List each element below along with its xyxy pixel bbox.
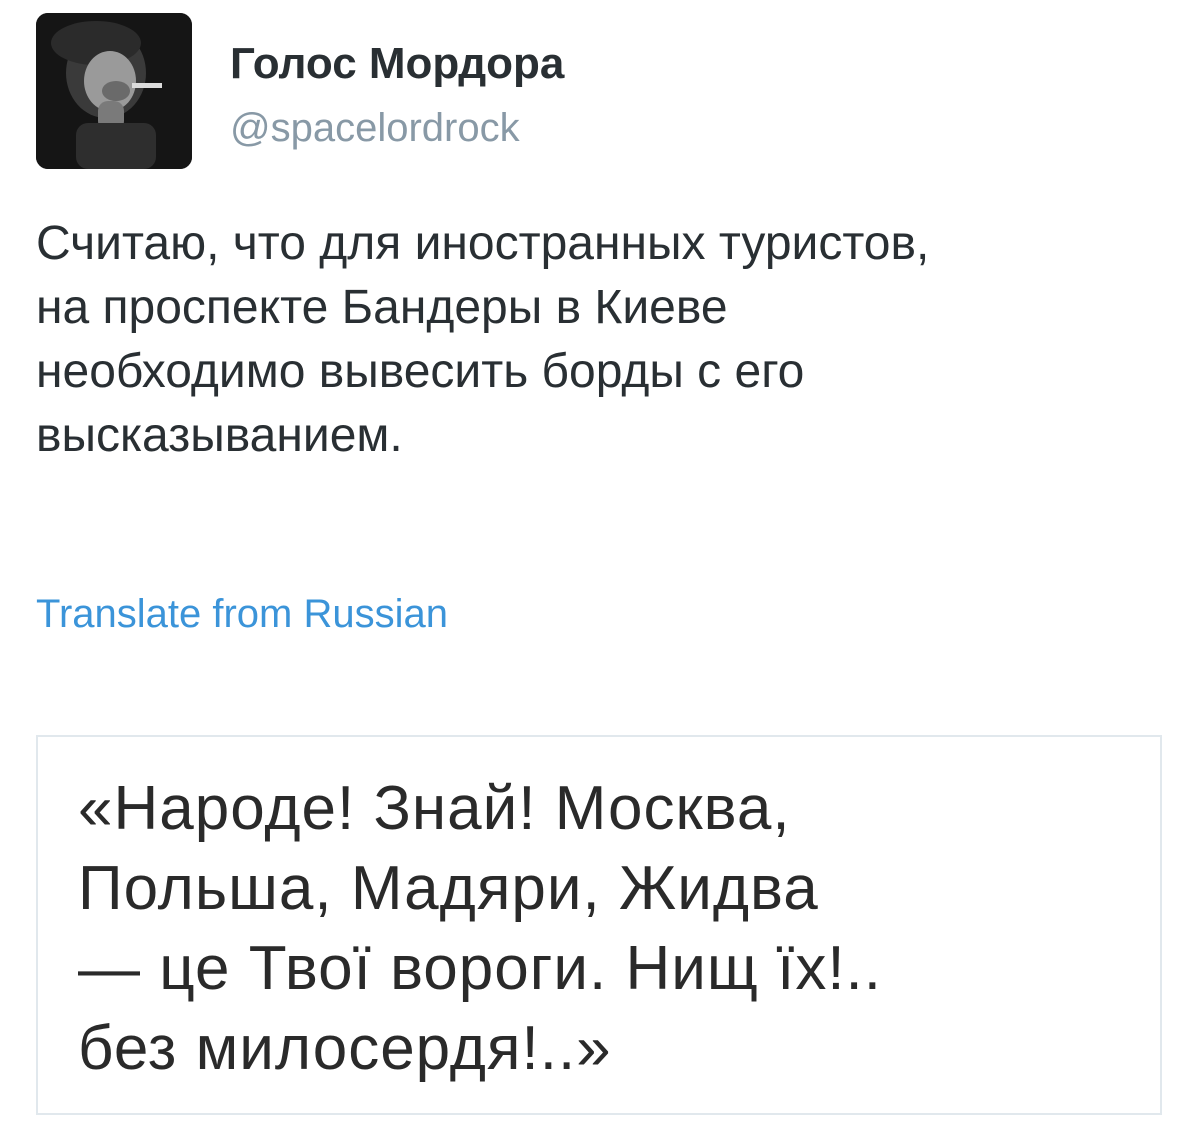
tweet-text-line: Считаю, что для иностранных туристов, xyxy=(36,217,930,270)
author-avatar[interactable] xyxy=(36,13,192,169)
tweet-text-line: на проспекте Бандеры в Киеве xyxy=(36,281,728,334)
author-display-name[interactable]: Голос Мордора xyxy=(230,34,564,94)
quote-line: без милосердя!..» xyxy=(78,1014,612,1083)
media-image[interactable]: «Народе! Знай! Москва, Польша, Мадяри, Ж… xyxy=(36,735,1162,1115)
quote-line: — це Твої вороги. Нищ їх!.. xyxy=(78,934,882,1003)
quote-line: Польша, Мадяри, Жидва xyxy=(78,854,819,923)
tweet-text-line: необходимо вывесить борды с его xyxy=(36,345,805,398)
tweet-text: Считаю, что для иностранных туристов, на… xyxy=(36,212,1156,468)
quote-text: «Народе! Знай! Москва, Польша, Мадяри, Ж… xyxy=(78,769,882,1089)
tweet-text-line: высказыванием. xyxy=(36,409,403,462)
translate-link[interactable]: Translate from Russian xyxy=(36,586,448,642)
profile-photo-icon xyxy=(36,13,192,169)
quote-line: «Народе! Знай! Москва, xyxy=(78,774,791,843)
author-handle[interactable]: @spacelordrock xyxy=(230,100,520,156)
